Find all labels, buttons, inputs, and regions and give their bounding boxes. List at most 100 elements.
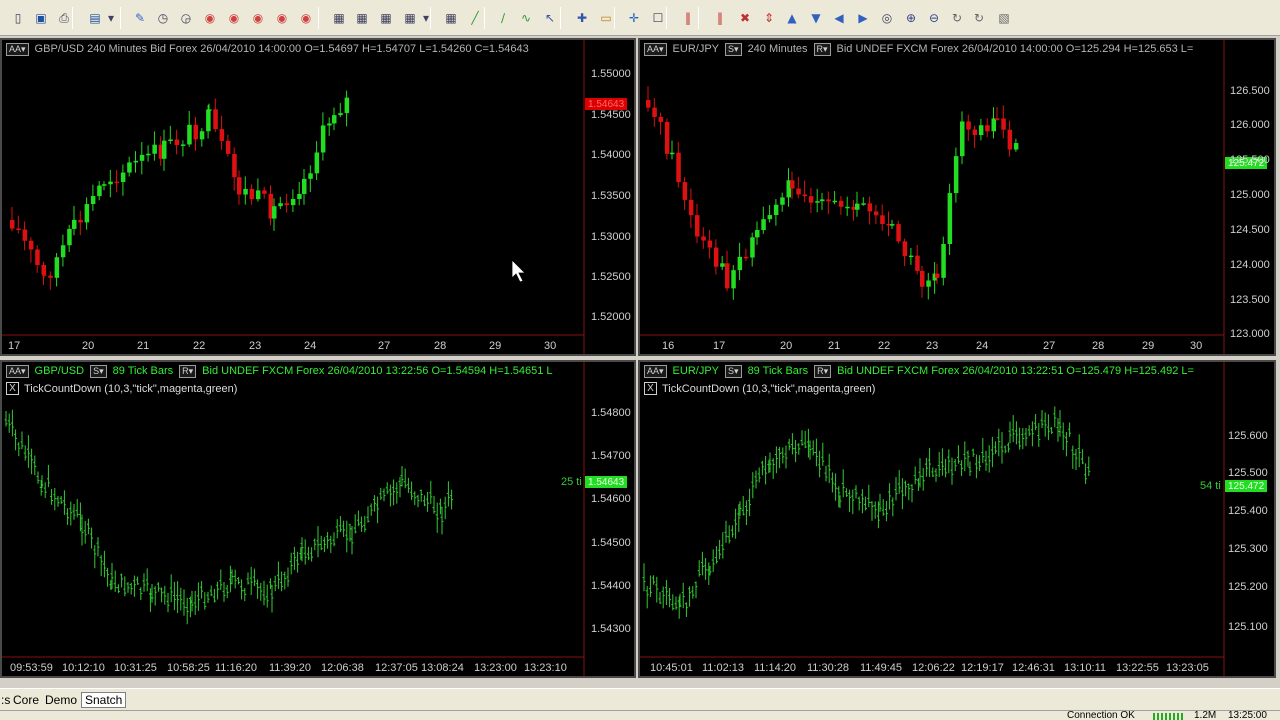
sync-button[interactable]: S ▾ xyxy=(725,364,742,378)
print-button[interactable]: ⎙ xyxy=(55,9,73,27)
arrow-left-button[interactable]: ◀ xyxy=(830,9,848,27)
zoom-in-button[interactable]: ⊕ xyxy=(902,9,920,27)
clock-240-button[interactable]: ◷ xyxy=(154,9,172,27)
chart-panel-gbpusd-tick[interactable]: AA ▾ GBP/USD S ▾ 89 Tick Bars R ▾ Bid UNDEF… xyxy=(0,360,636,678)
chart-panel-gbpusd-240[interactable]: AA ▾ GBP/USD 240 Minutes Bid Forex 26/04/… xyxy=(0,38,636,356)
sync-button[interactable]: S ▾ xyxy=(725,42,742,56)
candle-body xyxy=(232,153,237,178)
arrow-up-button[interactable]: ▲ xyxy=(783,9,801,27)
range-button[interactable]: R ▾ xyxy=(813,42,831,56)
updown-button[interactable]: ⇕ xyxy=(760,9,778,27)
timeframe-label: 89 Tick Bars xyxy=(747,365,809,377)
zigzag-button[interactable]: ∿ xyxy=(517,9,535,27)
refresh-button[interactable]: ↻ xyxy=(970,9,988,27)
pencil-button[interactable]: ✎ xyxy=(131,9,149,27)
clock-min-button[interactable]: ◶ xyxy=(177,9,195,27)
candle-body xyxy=(108,181,113,185)
time-axis-label: 12:06:38 xyxy=(321,662,364,674)
candle-body xyxy=(42,274,47,276)
candlestick-chart[interactable] xyxy=(2,40,634,354)
coin-button[interactable]: ◎ xyxy=(878,9,896,27)
candle-body xyxy=(926,280,931,287)
bars-button[interactable]: ‖ xyxy=(711,9,729,27)
candle-body xyxy=(332,115,337,124)
target-button[interactable]: ◉ xyxy=(297,9,315,27)
toolbar-separator xyxy=(484,7,485,29)
frame-button[interactable]: ☐ xyxy=(649,9,667,27)
candle-body xyxy=(743,256,749,259)
target-button[interactable]: ◉ xyxy=(273,9,291,27)
target-button[interactable]: ◉ xyxy=(201,9,219,27)
time-axis-label: 28 xyxy=(434,340,447,352)
time-axis-label: 10:45:01 xyxy=(650,662,693,674)
new-button[interactable]: ▯ xyxy=(9,9,27,27)
price-axis-label: 1.54300 xyxy=(591,623,631,635)
autoscale-button[interactable]: AA ▾ xyxy=(6,42,29,56)
candle-body xyxy=(290,198,296,206)
chart-header: AA ▾ GBP/USD S ▾ 89 Tick Bars R ▾ Bid UNDEF… xyxy=(2,362,553,380)
chart-panel-eurjpy-tick[interactable]: AA ▾ EUR/JPY S ▾ 89 Tick Bars R ▾ Bid UNDEF… xyxy=(638,360,1276,678)
tick-bar-chart[interactable] xyxy=(640,362,1274,676)
candle-body xyxy=(102,184,107,186)
tick-bar-chart[interactable] xyxy=(2,362,634,676)
candle-body xyxy=(695,215,700,237)
layout-button[interactable]: ▦ xyxy=(353,9,371,27)
comment-button[interactable]: ▭ xyxy=(597,9,615,27)
arrow-down-button[interactable]: ▼ xyxy=(807,9,825,27)
time-axis-label: 10:12:10 xyxy=(62,662,105,674)
arrow-right-button[interactable]: ▶ xyxy=(854,9,872,27)
range-button[interactable]: R ▾ xyxy=(179,364,197,378)
target-button[interactable]: ◉ xyxy=(225,9,243,27)
candle-body xyxy=(302,178,307,194)
time-axis-label: 16 xyxy=(662,340,675,352)
bars-button[interactable]: ‖ xyxy=(679,9,697,27)
last-price-tag: 125.472 xyxy=(1225,480,1268,492)
candle-body xyxy=(972,129,978,136)
workspace-tab-snatch[interactable]: Snatch xyxy=(81,692,127,708)
autoscale-button[interactable]: AA ▾ xyxy=(644,364,667,378)
close-icon[interactable]: X xyxy=(6,382,19,395)
data-rate: 1.2M xyxy=(1194,710,1217,720)
workspace-tab-demo[interactable]: Demo xyxy=(42,692,80,708)
candle-body xyxy=(139,154,145,161)
eraser-button[interactable]: ▧ xyxy=(995,9,1013,27)
crosshair-button[interactable]: ✚ xyxy=(573,9,591,27)
connection-status: Connection OK xyxy=(1067,710,1135,720)
autoscale-button[interactable]: AA ▾ xyxy=(644,42,667,56)
chart-panel-eurjpy-240[interactable]: AA ▾ EUR/JPY S ▾ 240 Minutes R ▾ Bid UNDEF … xyxy=(638,38,1276,356)
range-button[interactable]: R ▾ xyxy=(814,364,832,378)
sync-button[interactable]: S ▾ xyxy=(90,364,107,378)
candle-body xyxy=(284,203,290,206)
candle-body xyxy=(832,200,838,203)
price-axis-label: 126.000 xyxy=(1230,119,1270,131)
trendline-button[interactable]: ╱ xyxy=(466,9,484,27)
time-axis-label: 11:49:45 xyxy=(860,662,903,674)
plus-button[interactable]: ✛ xyxy=(625,9,643,27)
layout-button[interactable]: ▦ xyxy=(330,9,348,27)
chart-header: AA ▾ EUR/JPY S ▾ 240 Minutes R ▾ Bid UNDEF … xyxy=(640,40,1193,58)
price-axis-label: 1.55000 xyxy=(591,68,631,80)
workspace-tab-core[interactable]: Core xyxy=(10,692,42,708)
timeframe-label: 240 Minutes xyxy=(747,43,808,55)
cursor-button[interactable]: ↖ xyxy=(541,9,559,27)
dropdown-button[interactable]: ▾ xyxy=(102,9,120,27)
layout-button[interactable]: ▦ xyxy=(377,9,395,27)
candle-body xyxy=(908,255,914,258)
save-button[interactable]: ▣ xyxy=(32,9,50,27)
target-button[interactable]: ◉ xyxy=(249,9,267,27)
time-axis-label: 17 xyxy=(8,340,21,352)
dropdown-button[interactable]: ▾ xyxy=(417,9,435,27)
candle-body xyxy=(162,140,167,159)
candle-body xyxy=(664,121,670,154)
close-icon[interactable]: X xyxy=(644,382,657,395)
refresh-button[interactable]: ↻ xyxy=(948,9,966,27)
zoom-out-button[interactable]: ⊖ xyxy=(925,9,943,27)
candle-body xyxy=(206,109,211,132)
autoscale-button[interactable]: AA ▾ xyxy=(6,364,29,378)
symbol-label: EUR/JPY xyxy=(672,43,720,55)
candle-body xyxy=(1001,118,1006,130)
x-button[interactable]: ✖ xyxy=(736,9,754,27)
candlestick-chart[interactable] xyxy=(640,40,1274,354)
grid-button[interactable]: ▦ xyxy=(442,9,460,27)
pen-button[interactable]: ∕ xyxy=(494,9,512,27)
